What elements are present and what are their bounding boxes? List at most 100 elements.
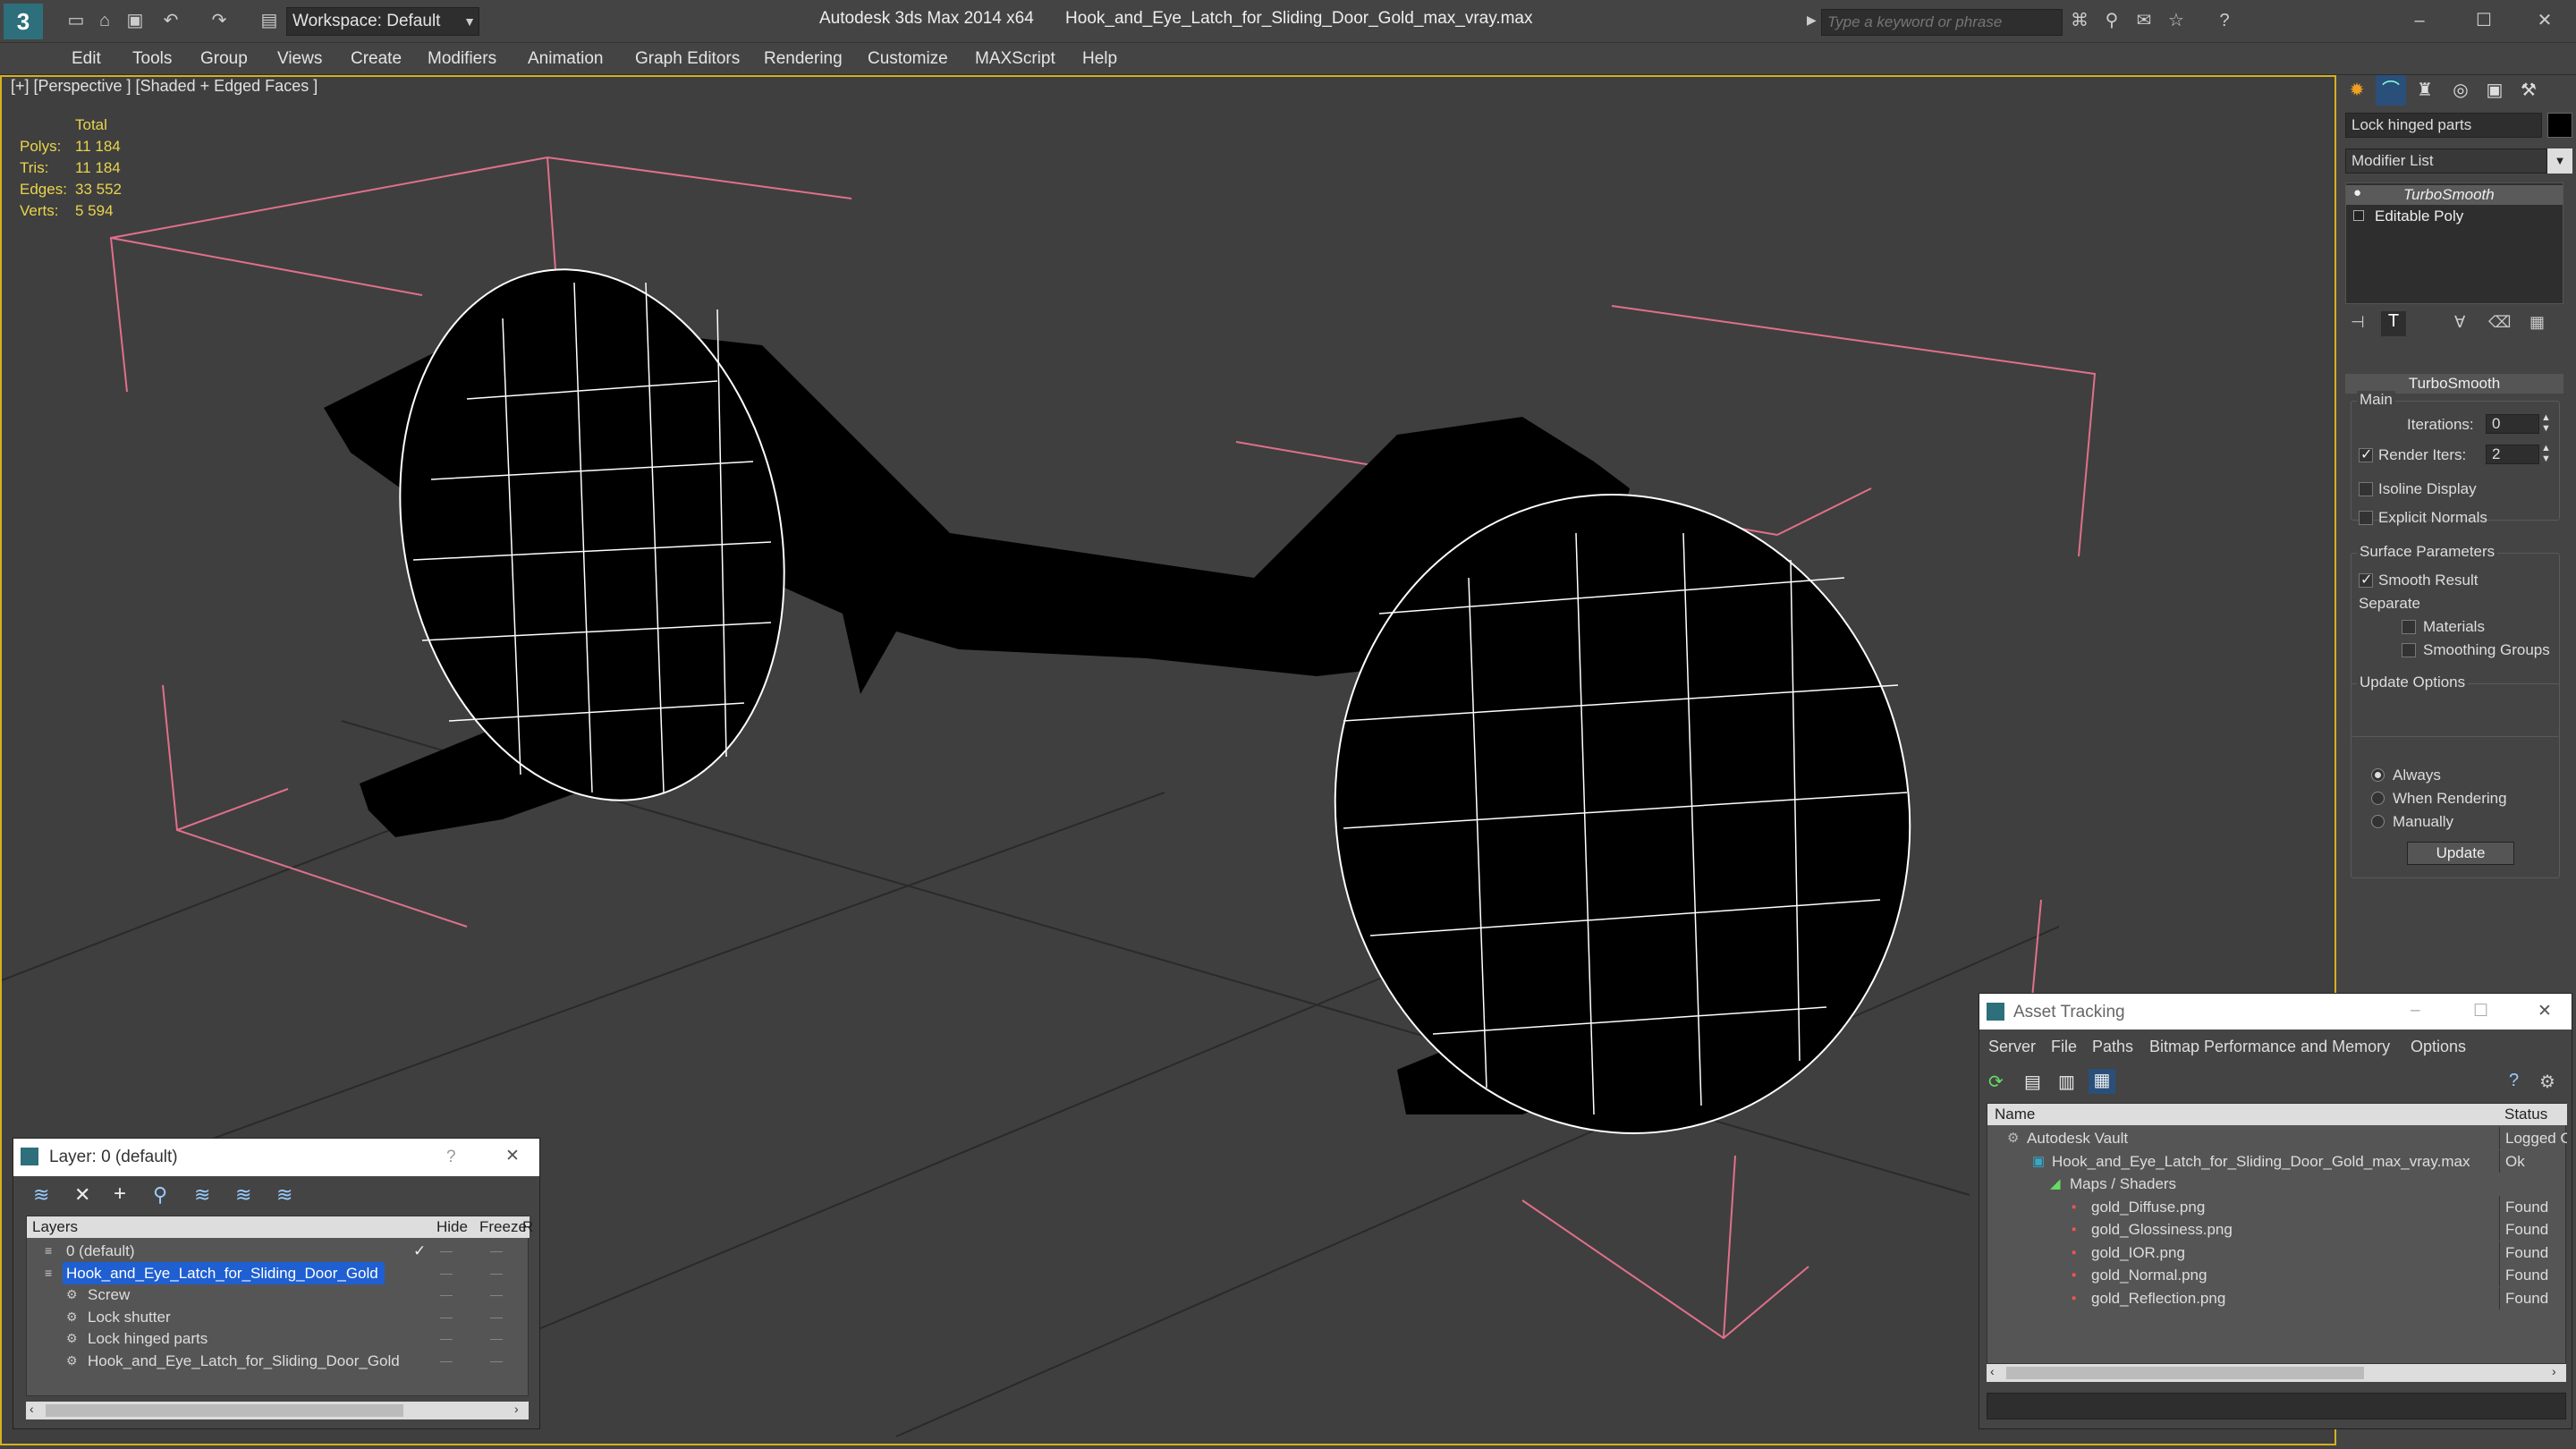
menu-help[interactable]: Help xyxy=(1082,43,1117,75)
active-layer-check-icon[interactable]: ✓ xyxy=(413,1240,426,1262)
binoculars-icon[interactable]: ⌘ xyxy=(2068,9,2091,32)
modifier-list-chevron-icon[interactable]: ▼ xyxy=(2547,148,2572,174)
freeze-toggle[interactable]: — xyxy=(490,1306,503,1328)
app-logo-icon[interactable]: 3 xyxy=(4,4,43,39)
maximize-icon[interactable]: ☐ xyxy=(2472,9,2496,32)
menu-modifiers[interactable]: Modifiers xyxy=(428,43,496,75)
smoothing-groups-checkbox[interactable] xyxy=(2402,643,2416,657)
spinner-arrows-icon[interactable]: ▲ ▼ xyxy=(2541,412,2551,434)
layer-row[interactable]: ⚙ Lock hinged parts — — xyxy=(27,1327,530,1350)
menu-maxscript[interactable]: MAXScript xyxy=(975,43,1055,75)
stack-item-editable-poly[interactable]: Editable Poly xyxy=(2346,207,2563,226)
layer-row[interactable]: ⚙ Screw — — xyxy=(27,1284,530,1306)
asset-menu-paths[interactable]: Paths xyxy=(2092,1030,2133,1063)
search-input[interactable] xyxy=(1821,9,2063,36)
undo-icon[interactable]: ↶ xyxy=(159,9,182,32)
configure-sets-icon[interactable]: ▦ xyxy=(2529,313,2545,332)
layer-row[interactable]: ≡ Hook_and_Eye_Latch_for_Sliding_Door_Gol… xyxy=(27,1261,530,1284)
col-freeze[interactable]: Freeze xyxy=(479,1216,527,1238)
menu-animation[interactable]: Animation xyxy=(528,43,604,75)
hide-toggle[interactable]: — xyxy=(440,1284,453,1306)
communication-icon[interactable]: ✉ xyxy=(2132,9,2156,32)
update-always-radio[interactable] xyxy=(2371,768,2385,782)
asset-window-titlebar[interactable]: Asset Tracking – ☐ ✕ xyxy=(1979,994,2572,1030)
display-tab-icon[interactable]: ▣ xyxy=(2479,75,2510,106)
update-manually-radio[interactable] xyxy=(2371,815,2385,828)
update-button[interactable]: Update xyxy=(2407,842,2514,865)
list-view-icon[interactable]: ▤ xyxy=(2024,1071,2041,1093)
hierarchy-tab-icon[interactable]: ♜ xyxy=(2410,75,2440,106)
freeze-toggle[interactable]: — xyxy=(490,1327,503,1350)
render-iters-checkbox[interactable] xyxy=(2359,445,2373,463)
spinner-arrows-icon[interactable]: ▲ ▼ xyxy=(2541,443,2551,464)
hide-toggle[interactable]: — xyxy=(440,1350,453,1372)
layer-row[interactable]: ≡ 0 (default) ✓ — — xyxy=(27,1240,530,1262)
close-icon[interactable]: ✕ xyxy=(505,1146,520,1166)
col-name[interactable]: Name xyxy=(1995,1104,2035,1125)
layer-window-titlebar[interactable]: Layer: 0 (default) ? ✕ xyxy=(13,1139,539,1176)
utilities-tab-icon[interactable]: ⚒ xyxy=(2513,75,2544,106)
asset-row[interactable]: ▪ gold_Reflection.png Found xyxy=(1987,1286,2567,1309)
asset-menu-options[interactable]: Options xyxy=(2411,1030,2466,1063)
smooth-result-checkbox[interactable] xyxy=(2359,571,2373,589)
col-hide[interactable]: Hide xyxy=(436,1216,468,1238)
layer-horizontal-scrollbar[interactable]: ‹ › xyxy=(26,1402,529,1419)
asset-horizontal-scrollbar[interactable]: ‹ › xyxy=(1987,1364,2566,1382)
table-view-icon[interactable]: ▦ xyxy=(2089,1069,2115,1094)
asset-row[interactable]: ▪ gold_Normal.png Found xyxy=(1987,1264,2567,1286)
object-name-field[interactable]: Lock hinged parts xyxy=(2345,113,2542,138)
search-expand-icon[interactable]: ▶ xyxy=(1807,13,1817,28)
asset-menu-bitmap[interactable]: Bitmap Performance and Memory xyxy=(2149,1030,2390,1063)
freeze-toggle[interactable]: — xyxy=(490,1240,503,1262)
select-in-layer-icon[interactable]: ⚲ xyxy=(153,1183,167,1207)
minimize-icon[interactable]: – xyxy=(2411,1001,2420,1021)
pin-stack-icon[interactable]: ⊣ xyxy=(2351,313,2365,332)
asset-row[interactable]: ▣ Hook_and_Eye_Latch_for_Sliding_Door_Gol… xyxy=(1987,1149,2567,1173)
help-icon[interactable]: ? xyxy=(2213,9,2236,32)
iterations-spinner[interactable]: 0 xyxy=(2486,414,2539,434)
asset-menu-file[interactable]: File xyxy=(2051,1030,2077,1063)
hide-toggle[interactable]: — xyxy=(440,1240,453,1262)
expand-plus-icon[interactable] xyxy=(2353,210,2364,221)
refresh-icon[interactable]: ⟳ xyxy=(1988,1071,2004,1093)
help-icon[interactable]: ? xyxy=(446,1148,456,1167)
remove-modifier-icon[interactable]: ⌫ xyxy=(2488,313,2511,332)
scroll-left-icon[interactable]: ‹ xyxy=(30,1402,34,1416)
create-tab-icon[interactable]: ✹ xyxy=(2342,75,2372,106)
hide-toggle[interactable]: — xyxy=(440,1327,453,1350)
menu-graph-editors[interactable]: Graph Editors xyxy=(635,43,740,75)
favorites-icon[interactable]: ☆ xyxy=(2165,9,2188,32)
search-tool-icon[interactable]: ⚲ xyxy=(2100,9,2123,32)
freeze-toggle[interactable]: — xyxy=(490,1350,503,1372)
menu-group[interactable]: Group xyxy=(200,43,248,75)
hide-toggle[interactable]: — xyxy=(440,1306,453,1328)
isoline-display-checkbox[interactable] xyxy=(2359,482,2373,496)
freeze-toggle[interactable]: — xyxy=(490,1262,503,1284)
asset-row[interactable]: ▪ gold_IOR.png Found xyxy=(1987,1241,2567,1264)
lightbulb-icon[interactable]: ● xyxy=(2353,185,2361,200)
workspace-dropdown[interactable]: Workspace: Default xyxy=(286,7,479,36)
scroll-right-icon[interactable]: › xyxy=(2552,1364,2556,1378)
modifier-list-dropdown[interactable]: Modifier List xyxy=(2345,148,2547,174)
freeze-toggle[interactable]: — xyxy=(490,1284,503,1306)
open-file-icon[interactable]: ⌂ xyxy=(93,9,116,32)
add-to-layer-icon[interactable]: + xyxy=(114,1182,126,1207)
update-when-rendering-radio[interactable] xyxy=(2371,792,2385,805)
asset-row[interactable]: ▪ gold_Diffuse.png Found xyxy=(1987,1195,2567,1218)
col-r[interactable]: R xyxy=(522,1216,533,1238)
materials-checkbox[interactable] xyxy=(2402,620,2416,634)
stack-item-turbosmooth[interactable]: ● TurboSmooth xyxy=(2346,185,2563,205)
scroll-right-icon[interactable]: › xyxy=(514,1402,519,1416)
chevron-down-icon[interactable]: ▼ xyxy=(460,7,479,36)
thumbnail-view-icon[interactable]: ▥ xyxy=(2058,1071,2075,1093)
delete-layer-icon[interactable]: ✕ xyxy=(74,1183,90,1207)
explicit-normals-checkbox[interactable] xyxy=(2359,511,2373,525)
asset-row[interactable]: ▪ gold_Glossiness.png Found xyxy=(1987,1218,2567,1241)
asset-menu-server[interactable]: Server xyxy=(1988,1030,2036,1063)
menu-views[interactable]: Views xyxy=(277,43,322,75)
menu-edit[interactable]: Edit xyxy=(72,43,101,75)
object-color-swatch[interactable] xyxy=(2547,113,2572,138)
scroll-thumb[interactable] xyxy=(46,1404,403,1417)
maximize-icon[interactable]: ☐ xyxy=(2473,1001,2488,1021)
close-icon[interactable]: ✕ xyxy=(2538,1001,2552,1021)
